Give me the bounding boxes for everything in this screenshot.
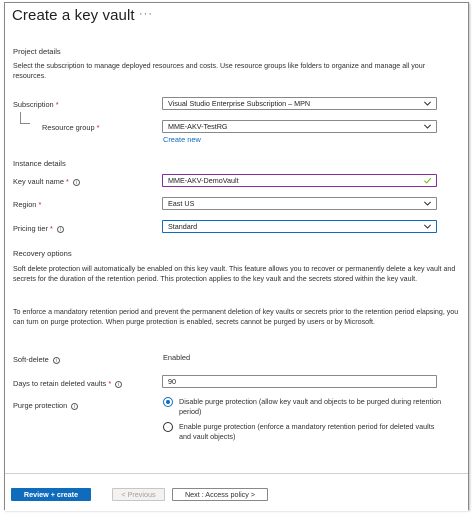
key-vault-name-label: Key vault name * i (13, 177, 80, 186)
resource-group-value: MME-AKV-TestRG (168, 122, 228, 131)
days-to-retain-input[interactable]: 90 (162, 375, 437, 388)
days-to-retain-label: Days to retain deleted vaults * i (13, 379, 123, 388)
days-to-retain-value: 90 (168, 377, 176, 386)
pricing-tier-value: Standard (168, 222, 198, 231)
enable-purge-label[interactable]: Enable purge protection (enforce a manda… (179, 422, 444, 441)
disable-purge-radio[interactable] (163, 397, 173, 407)
soft-delete-value: Enabled (163, 353, 191, 362)
create-key-vault-panel: Create a key vault ··· Project details S… (4, 2, 469, 511)
purge-protection-description: To enforce a mandatory retention period … (13, 308, 459, 326)
subscription-dropdown[interactable]: Visual Studio Enterprise Subscription – … (162, 97, 437, 110)
tree-connector (20, 112, 30, 124)
resource-group-dropdown[interactable]: MME-AKV-TestRG (162, 120, 437, 133)
soft-delete-description: Soft delete protection will automaticall… (13, 265, 456, 283)
region-dropdown[interactable]: East US (162, 197, 437, 210)
page-title: Create a key vault (12, 7, 135, 24)
region-label: Region * (13, 200, 42, 209)
chevron-down-icon (423, 224, 432, 229)
next-access-policy-button[interactable]: Next : Access policy > (172, 488, 268, 501)
info-icon[interactable]: i (115, 380, 123, 388)
ellipsis-icon[interactable]: ··· (139, 8, 153, 20)
chevron-down-icon (423, 201, 432, 206)
footer-bar: Review + create < Previous Next : Access… (5, 473, 468, 511)
form-content: Project details Select the subscription … (5, 31, 468, 469)
chevron-down-icon (423, 101, 432, 106)
key-vault-name-value: MME-AKV-DemoVault (168, 176, 239, 185)
enable-purge-radio[interactable] (163, 422, 173, 432)
pricing-tier-dropdown[interactable]: Standard (162, 220, 437, 233)
info-icon[interactable]: i (71, 402, 79, 410)
chevron-down-icon (423, 124, 432, 129)
title-bar: Create a key vault ··· (5, 3, 468, 29)
key-vault-name-input[interactable]: MME-AKV-DemoVault (162, 174, 437, 187)
subscription-label: Subscription * (13, 100, 59, 109)
info-icon[interactable]: i (72, 178, 80, 186)
region-value: East US (168, 199, 195, 208)
soft-delete-label: Soft-delete i (13, 355, 60, 364)
purge-protection-label: Purge protection i (13, 401, 79, 410)
subscription-value: Visual Studio Enterprise Subscription – … (168, 99, 311, 108)
disable-purge-label[interactable]: Disable purge protection (allow key vaul… (179, 397, 444, 416)
review-create-button[interactable]: Review + create (11, 488, 91, 501)
info-icon[interactable]: i (52, 356, 60, 364)
create-new-link[interactable]: Create new (163, 135, 201, 144)
previous-button[interactable]: < Previous (112, 488, 165, 501)
project-details-description: Select the subscription to manage deploy… (13, 62, 426, 80)
pricing-tier-label: Pricing tier * i (13, 224, 64, 233)
info-icon[interactable]: i (56, 225, 64, 233)
project-details-heading: Project details (13, 47, 61, 56)
instance-details-heading: Instance details (13, 159, 66, 168)
resource-group-label: Resource group * (42, 123, 100, 132)
checkmark-icon (423, 177, 432, 184)
recovery-options-heading: Recovery options (13, 249, 72, 258)
